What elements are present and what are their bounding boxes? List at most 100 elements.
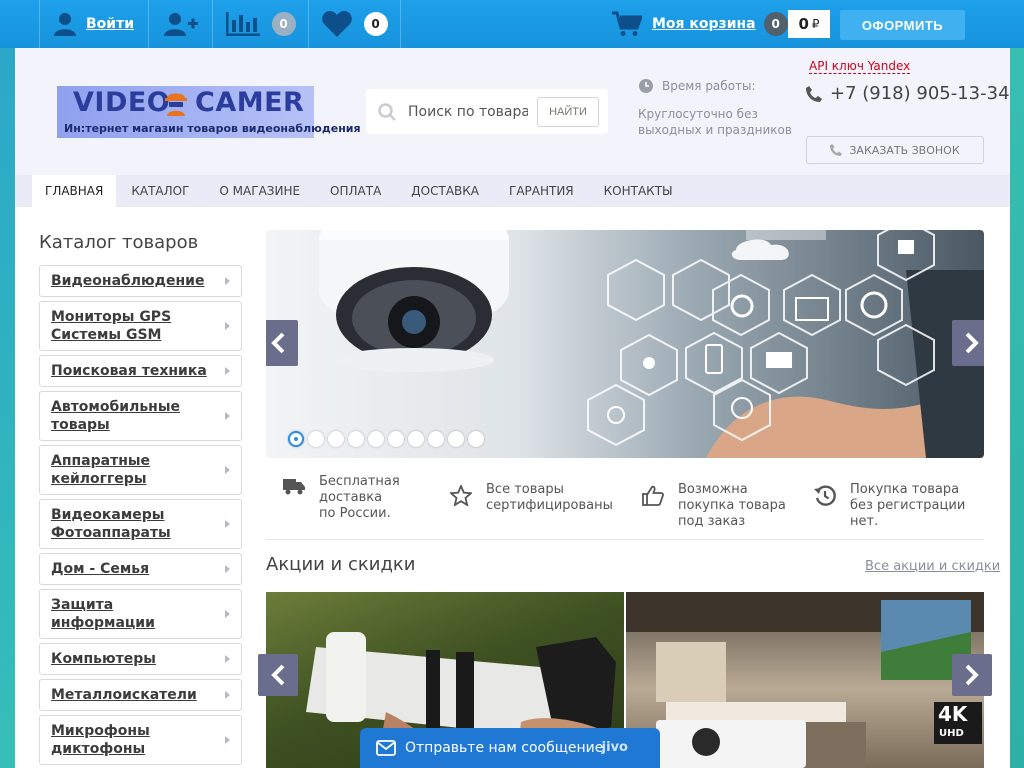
- section-divider: [266, 539, 984, 540]
- working-hours: Время работы: Круглосуточно без выходных…: [638, 78, 798, 138]
- sidebar-item-auto[interactable]: Автомобильные товары: [39, 391, 242, 441]
- sidebar-item-label: Видеокамеры Фотоаппараты: [51, 507, 171, 541]
- chevron-right-icon: [225, 610, 230, 618]
- phone-icon: [806, 85, 822, 102]
- sidebar-item-gps-monitors[interactable]: Мониторы GPS Системы GSM: [39, 301, 242, 351]
- main-nav: Главная Каталог О магазине Оплата Достав…: [15, 175, 1010, 207]
- nav-item-contacts[interactable]: Контакты: [589, 175, 688, 207]
- star-icon: [450, 485, 472, 506]
- nav-item-warranty[interactable]: Гарантия: [494, 175, 589, 207]
- feature-no-registration: Покупка товара без регистрации нет.: [814, 482, 984, 530]
- slider-dot[interactable]: [368, 431, 384, 447]
- feature-preorder: Возможна покупка товара под заказ: [642, 482, 802, 530]
- chevron-right-icon: [225, 277, 230, 285]
- slider-dot[interactable]: [448, 431, 464, 447]
- checkout-button[interactable]: ОФОРМИТЬ: [840, 10, 965, 40]
- sidebar-item-cameras[interactable]: Видеокамеры Фотоаппараты: [39, 499, 242, 549]
- sidebar-item-label: Компьютеры: [51, 651, 156, 667]
- hours-text: Круглосуточно без выходных и праздников: [638, 107, 792, 137]
- login-label: Войти: [85, 16, 135, 32]
- chevron-left-icon: [271, 332, 285, 354]
- badge-4k: 4K: [938, 702, 968, 726]
- promo-next-button[interactable]: [952, 654, 992, 696]
- chevron-right-icon: [225, 736, 230, 744]
- site-logo[interactable]: VIDEO CAMER Ин:тернет магазин товаров ви…: [57, 86, 361, 138]
- callback-button[interactable]: ЗАКАЗАТЬ ЗВОНОК: [806, 136, 984, 164]
- bar-chart-icon: [225, 12, 260, 36]
- phone-number[interactable]: +7 (918) 905-13-34: [806, 83, 1010, 104]
- add-user-icon: [163, 13, 198, 36]
- top-bar: Войти 0 0 Моя корзина 0 0 ₽ ОФОРМИТЬ: [0, 0, 1024, 48]
- nav-item-delivery[interactable]: Доставка: [396, 175, 494, 207]
- slider-dot[interactable]: [308, 431, 324, 447]
- sidebar-item-info-protection[interactable]: Защита информации: [39, 589, 242, 639]
- compare-link[interactable]: 0: [213, 0, 309, 48]
- sidebar-item-metal-detectors[interactable]: Металлоискатели: [39, 679, 242, 711]
- sidebar-item-keyloggers[interactable]: Аппаратные кейлоггеры: [39, 445, 242, 495]
- jivo-logo: jivo: [601, 740, 628, 755]
- api-key-link[interactable]: API ключ Yandex: [809, 59, 911, 74]
- nav-item-catalog[interactable]: Каталог: [116, 175, 204, 207]
- cart-count-badge: 0: [763, 12, 788, 36]
- cart-label: Моя корзина: [652, 16, 756, 32]
- chevron-right-icon: [225, 565, 230, 573]
- search-button[interactable]: НАЙТИ: [537, 97, 599, 127]
- logo-word-camer: CAMER: [195, 87, 305, 118]
- catalog-list: Видеонаблюдение Мониторы GPS Системы GSM…: [39, 265, 242, 768]
- chevron-right-icon: [225, 520, 230, 528]
- sidebar-item-microphones[interactable]: Микрофоны диктофоны: [39, 715, 242, 765]
- cart-link[interactable]: Моя корзина 0: [612, 0, 788, 48]
- hero-slider: [266, 230, 984, 458]
- feature-text: Возможна покупка товара под заказ: [678, 482, 786, 529]
- favorites-link[interactable]: 0: [309, 0, 401, 48]
- slider-dot[interactable]: [348, 431, 364, 447]
- promo-section-title: Акции и скидки: [266, 554, 416, 575]
- register-link[interactable]: [149, 0, 213, 48]
- sidebar-item-label: Мониторы GPS Системы GSM: [51, 309, 172, 343]
- promo-prev-button[interactable]: [258, 654, 298, 696]
- hours-title: Время работы:: [662, 79, 756, 93]
- slider-prev-button[interactable]: [266, 320, 298, 366]
- chat-widget[interactable]: Отправьте нам сообщение jivo: [360, 728, 660, 768]
- search-icon: [378, 103, 396, 121]
- sidebar-item-search-tech[interactable]: Поисковая техника: [39, 355, 242, 387]
- login-link[interactable]: Войти: [39, 0, 149, 48]
- slider-dot[interactable]: [408, 431, 424, 447]
- callback-label: ЗАКАЗАТЬ ЗВОНОК: [849, 143, 960, 157]
- clock-icon: [639, 79, 653, 93]
- envelope-icon: [376, 740, 396, 756]
- search-input[interactable]: [408, 101, 528, 123]
- nav-item-about[interactable]: О магазине: [204, 175, 315, 207]
- logo-word-video: VIDEO: [73, 87, 171, 118]
- nav-item-home[interactable]: Главная: [32, 175, 117, 207]
- slider-next-button[interactable]: [952, 320, 984, 366]
- currency-sign: ₽: [811, 17, 820, 31]
- phone-icon: [830, 144, 843, 156]
- slider-dot[interactable]: [468, 431, 484, 447]
- feature-text: Покупка товара без регистрации нет.: [850, 482, 966, 529]
- chevron-right-icon: [225, 691, 230, 699]
- page-container: VIDEO CAMER Ин:тернет магазин товаров ви…: [15, 48, 1010, 768]
- sidebar-item-video-surveillance[interactable]: Видеонаблюдение: [39, 265, 242, 297]
- chevron-right-icon: [225, 322, 230, 330]
- slide-image: [319, 230, 984, 458]
- slider-dot[interactable]: [428, 431, 444, 447]
- compare-count-badge: 0: [271, 12, 296, 36]
- nav-item-payment[interactable]: Оплата: [315, 175, 396, 207]
- cart-icon: [612, 11, 642, 36]
- sidebar-item-home-family[interactable]: Дом - Семья: [39, 553, 242, 585]
- sidebar-item-computers[interactable]: Компьютеры: [39, 643, 242, 675]
- slider-dot[interactable]: [388, 431, 404, 447]
- camera-man-icon: [165, 93, 187, 116]
- sidebar-item-label: Аппаратные кейлоггеры: [51, 453, 151, 487]
- promo-banner-projector[interactable]: 4K UHD: [626, 592, 984, 768]
- chat-label: Отправьте нам сообщение: [405, 740, 604, 756]
- logo-tagline: Ин:тернет магазин товаров видеонаблюдени…: [64, 122, 361, 135]
- sidebar-item-label: Металлоискатели: [51, 687, 197, 703]
- favorites-count-badge: 0: [363, 12, 388, 36]
- slider-dot[interactable]: [288, 431, 304, 447]
- slider-dot[interactable]: [328, 431, 344, 447]
- search-box: НАЙТИ: [366, 89, 608, 134]
- history-icon: [814, 485, 836, 506]
- all-promos-link[interactable]: Все акции и скидки: [865, 559, 1000, 574]
